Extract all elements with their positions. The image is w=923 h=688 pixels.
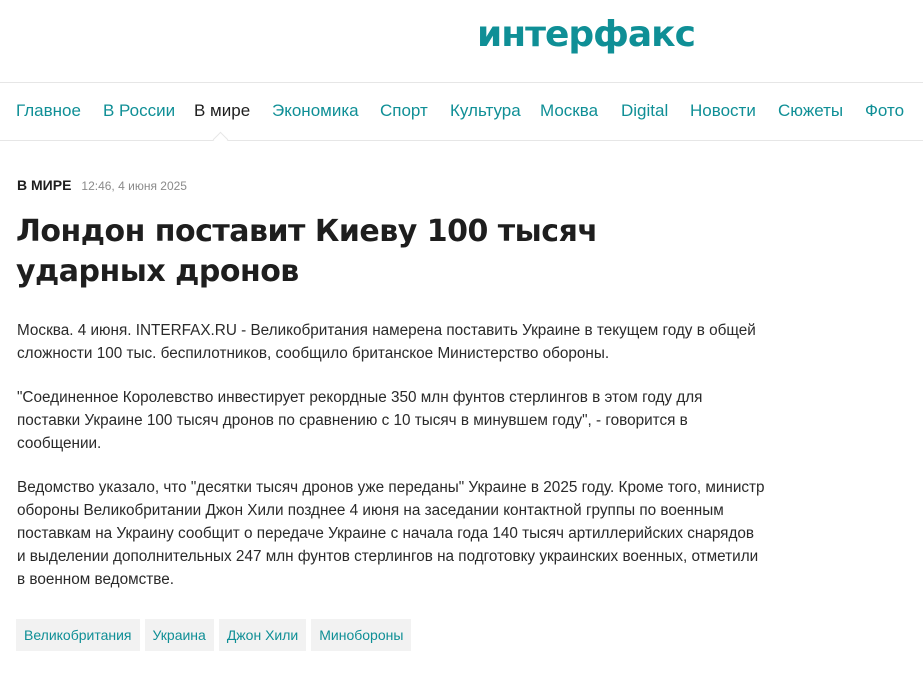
tag-defense-ministry[interactable]: Минобороны xyxy=(311,619,412,651)
nav-item-news[interactable]: Новости xyxy=(690,101,756,121)
nav-item-russia[interactable]: В России xyxy=(103,101,175,121)
nav-item-culture[interactable]: Культура xyxy=(450,101,521,121)
tag-john-healey[interactable]: Джон Хили xyxy=(218,619,307,651)
publish-date: 12:46, 4 июня 2025 xyxy=(81,179,187,193)
nav-item-moscow[interactable]: Москва xyxy=(540,101,598,121)
site-header: интерфакс xyxy=(0,0,923,83)
article-body: Москва. 4 июня. INTERFAX.RU - Великобрит… xyxy=(17,319,765,612)
logo-text: интерфакс xyxy=(477,14,696,55)
nav-item-photo[interactable]: Фото xyxy=(865,101,904,121)
main-nav: Главное В России В мире Экономика Спорт … xyxy=(0,83,923,148)
nav-item-world[interactable]: В мире xyxy=(194,101,250,121)
nav-item-stories[interactable]: Сюжеты xyxy=(778,101,843,121)
article-meta: В МИРЕ 12:46, 4 июня 2025 xyxy=(17,177,187,193)
nav-item-main[interactable]: Главное xyxy=(16,101,81,121)
active-nav-indicator xyxy=(212,131,229,148)
article-paragraph: Ведомство указало, что "десятки тысяч др… xyxy=(17,479,765,588)
article-paragraph: "Соединенное Королевство инвестирует рек… xyxy=(17,389,703,452)
nav-item-sport[interactable]: Спорт xyxy=(380,101,428,121)
tag-ukraine[interactable]: Украина xyxy=(144,619,214,651)
nav-item-digital[interactable]: Digital xyxy=(621,101,668,121)
nav-item-economy[interactable]: Экономика xyxy=(272,101,359,121)
article-title: Лондон поставит Киеву 100 тысяч ударных … xyxy=(16,214,598,289)
article-paragraph: Москва. 4 июня. INTERFAX.RU - Великобрит… xyxy=(17,322,756,362)
tag-list: Великобритания Украина Джон Хили Минобор… xyxy=(16,619,412,651)
site-logo[interactable]: интерфакс xyxy=(477,8,696,62)
rubric-link[interactable]: В МИРЕ xyxy=(17,177,71,193)
tag-great-britain[interactable]: Великобритания xyxy=(16,619,140,651)
